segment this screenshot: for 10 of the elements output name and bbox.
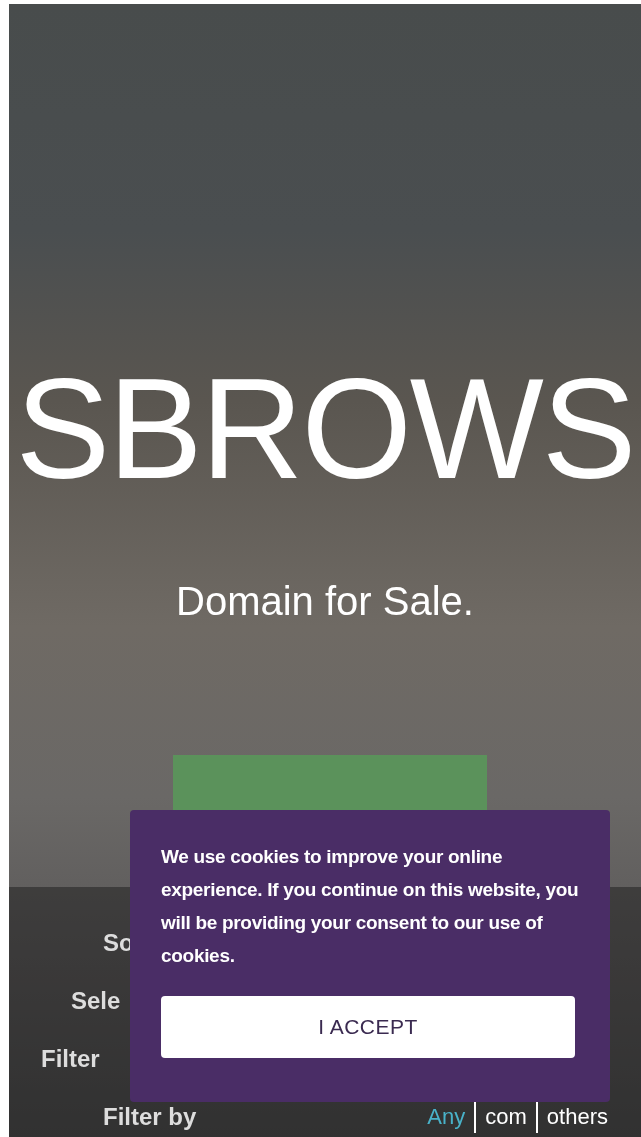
subtitle: Domain for Sale. [176,579,474,624]
filter-option[interactable]: Any [418,1104,475,1130]
filter-label: Filter [41,1045,100,1073]
site-title: SBROWS [15,349,635,509]
filter-label: Sele [71,987,121,1015]
filter-option[interactable]: com [476,1104,536,1130]
accept-button[interactable]: I ACCEPT [161,996,575,1058]
filter-label: Filter by [103,1103,197,1131]
filter-option[interactable]: others [537,1104,617,1130]
cookie-message: We use cookies to improve your online experience. If you continue on this website, you will be providing your consent to our use of cookies. [161,845,580,968]
